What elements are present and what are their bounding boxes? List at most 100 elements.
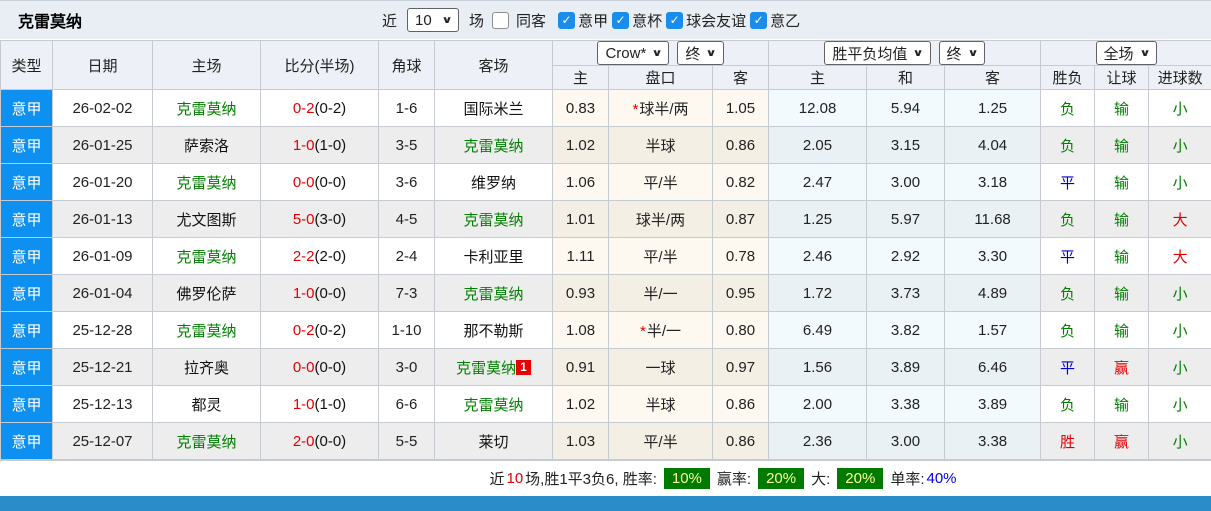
corners-cell: 1-10 [378,311,435,349]
handicap-cell: 半/一 [608,274,713,312]
home-team-name: 克雷莫纳 [176,248,237,266]
odds-home-cell: 1.02 [552,385,609,423]
avg-away-cell: 11.68 [944,200,1042,238]
odds-away-cell: 0.97 [711,348,770,386]
avg-home-cell: 1.72 [768,274,868,312]
let-result-cell: 输 [1094,89,1150,127]
wdl-result: 负 [1060,285,1076,303]
goals-result: 小 [1172,137,1188,155]
away-team-name: 克雷莫纳 [463,137,524,155]
handicap-cell: 平/半 [608,422,713,460]
home-team-cell: 拉齐奥 [152,348,261,386]
league-cell: 意甲 [0,274,53,312]
odds-home-cell: 0.83 [552,89,609,127]
league-filter-checkbox[interactable]: ✓ 意杯 [612,10,662,31]
date-cell: 26-01-25 [52,126,153,164]
table-row: 意甲 25-12-28 克雷莫纳 0-2(0-2) 1-10 那不勒斯 1.08… [0,311,1211,349]
avg-draw-cell: 3.82 [866,311,946,349]
wdl-result: 平 [1060,174,1076,192]
goals-result-cell: 小 [1148,348,1211,386]
sub-header-let: 让球 [1094,65,1150,90]
let-result-cell: 输 [1094,274,1150,312]
wdl-result-cell: 平 [1040,348,1096,386]
league-filter-checkbox[interactable]: ✓ 意甲 [558,10,608,31]
chevron-down-icon: ∨ [966,47,979,59]
col-header-home: 主场 [152,40,261,90]
goals-result-cell: 小 [1148,274,1211,312]
checkbox-label: 意甲 [578,12,609,30]
away-team-cell: 国际米兰 [434,89,553,127]
away-team-name: 那不勒斯 [463,322,524,340]
halftime-score: (3-0) [314,210,347,228]
date-cell: 26-02-02 [52,89,153,127]
goals-result-cell: 大 [1148,200,1211,238]
away-team-name: 维罗纳 [470,174,516,192]
home-team-cell: 克雷莫纳 [152,422,261,460]
wdl-result: 负 [1060,322,1076,340]
home-team-name: 克雷莫纳 [176,100,237,118]
handicap-value: 半/一 [646,322,681,340]
handicap-cell: *球半/两 [608,89,713,127]
date-cell: 25-12-07 [52,422,153,460]
table-row: 意甲 25-12-13 都灵 1-0(1-0) 6-6 克雷莫纳 1.02 半球… [0,385,1211,423]
avg-draw-cell: 3.00 [866,163,946,201]
away-team-cell: 克雷莫纳 [434,126,553,164]
date-cell: 25-12-13 [52,385,153,423]
wdl-result: 负 [1060,211,1076,229]
wdl-result-cell: 负 [1040,126,1096,164]
let-result: 赢 [1114,359,1130,377]
let-result: 输 [1114,396,1130,414]
odds-home-cell: 1.08 [552,311,609,349]
handicap-value: 平/半 [643,174,678,192]
single-rate-label: 单率: [890,471,925,488]
avg-away-cell: 1.25 [944,89,1042,127]
league-cell: 意甲 [0,348,53,386]
score-cell: 2-0(0-0) [260,422,379,460]
checkbox-icon: ✓ [558,11,576,29]
avg-home-cell: 1.56 [768,348,868,386]
team-title: 克雷莫纳 [18,14,83,31]
result-group-header: 全场 ∨ [1040,40,1211,66]
league-filter-checkbox[interactable]: ✓ 意乙 [750,10,800,31]
odds-away-cell: 0.86 [711,385,770,423]
halftime-score: (0-2) [314,99,347,117]
summary-stats: 场,胜1平3负6, 胜率: [525,471,657,488]
let-result-cell: 输 [1094,200,1150,238]
handicap-cell: *半/一 [608,311,713,349]
home-team-name: 克雷莫纳 [176,174,237,192]
col-header-date: 日期 [52,40,153,90]
corners-cell: 1-6 [378,89,435,127]
checkbox-label: 球会友谊 [686,12,747,30]
league-filter-checkbox[interactable]: ✓ 同客 [492,10,546,31]
summary-prefix: 近 [489,471,505,488]
handicap-value: 球半/两 [639,100,689,118]
fulltime-score: 0-0 [292,173,315,191]
home-team-cell: 萨索洛 [152,126,261,164]
avg-away-cell: 4.89 [944,274,1042,312]
score-cell: 0-0(0-0) [260,163,379,201]
avg-away-cell: 3.38 [944,422,1042,460]
avg-draw-cell: 3.89 [866,348,946,386]
handicap-cell: 半球 [608,126,713,164]
match-count-select[interactable]: 10 ∨ [407,8,460,32]
odds-company-value: Crow* [605,44,647,62]
scope-select[interactable]: 全场 ∨ [1095,41,1157,65]
handicap-cell: 半球 [608,385,713,423]
league-filter-checkbox[interactable]: ✓ 球会友谊 [666,10,746,31]
league-cell: 意甲 [0,311,53,349]
score-cell: 1-0(1-0) [260,126,379,164]
odds-away-cell: 1.05 [711,89,770,127]
fulltime-score: 2-0 [292,432,315,450]
corners-cell: 7-3 [378,274,435,312]
odds-state-select[interactable]: 终 ∨ [677,41,724,65]
date-cell: 26-01-13 [52,200,153,238]
check-icon: ✓ [561,13,572,27]
avg-state-select[interactable]: 终 ∨ [938,41,985,65]
away-team-cell: 克雷莫纳 [434,200,553,238]
col-header-corner: 角球 [378,40,435,90]
fulltime-score: 0-0 [292,358,315,376]
avg-type-select[interactable]: 胜平负均值 ∨ [824,41,931,65]
goals-result-cell: 大 [1148,237,1211,275]
avg-home-cell: 1.25 [768,200,868,238]
odds-company-select[interactable]: Crow* ∨ [597,41,670,65]
